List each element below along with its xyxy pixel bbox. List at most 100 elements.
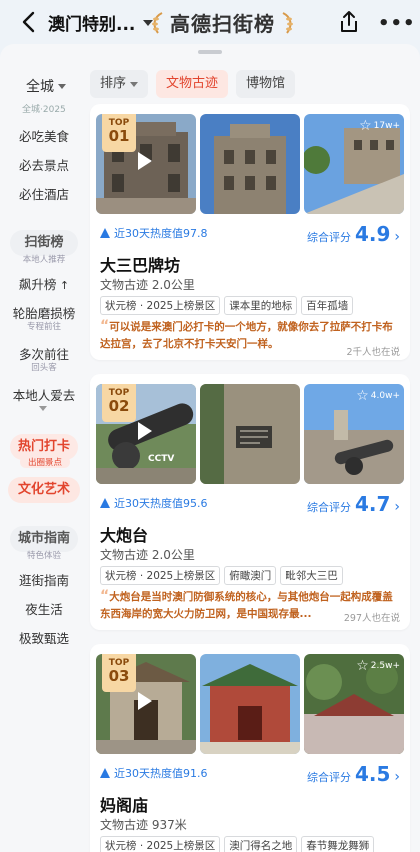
back-icon[interactable] <box>18 10 42 34</box>
favorite-count[interactable]: ☆ 17w+ <box>359 118 400 134</box>
favorite-count[interactable]: ☆ 2.5w+ <box>356 658 400 674</box>
place-meta: 文物古迹 2.0公里 <box>100 548 195 562</box>
favorite-count[interactable]: ☆ 4.0w+ <box>356 388 400 404</box>
tag-list: 状元榜 · 2025上榜景区 俯瞰澳门 毗邻大三巴 <box>100 566 343 585</box>
sidebar-item-rising[interactable]: 飙升榜 ↑ <box>0 274 88 293</box>
tag[interactable]: 毗邻大三巴 <box>280 566 343 585</box>
rank-number: 03 <box>108 667 130 685</box>
sidebar-item-label: 飙升榜 <box>18 277 57 292</box>
laurel-right-icon <box>282 11 293 34</box>
tag[interactable]: 状元榜 · 2025上榜景区 <box>100 566 221 585</box>
photo[interactable] <box>200 114 300 214</box>
quote-icon: “ <box>100 318 110 334</box>
overall-score[interactable]: 综合评分 4.9 › <box>307 222 400 246</box>
rank-badge: TOP 01 <box>102 114 136 152</box>
brand-logo: 高德扫街榜 <box>150 8 295 37</box>
rank-top: TOP <box>108 118 130 128</box>
navigation-arrow-icon <box>100 228 110 238</box>
photo-strip[interactable]: CCTV ☆ 4.0w+ TOP 02 <box>96 384 404 484</box>
place-meta: 文物古迹 937米 <box>100 818 187 832</box>
score-value: 4.5 <box>354 762 391 786</box>
tag[interactable]: 春节舞龙舞狮 <box>301 836 375 852</box>
city-filter[interactable]: 全城 <box>26 76 66 96</box>
star-outline-icon: ☆ <box>356 658 369 674</box>
ranking-card[interactable]: ☆ 17w+ TOP 01 近30天热度值97.8 综合评分 4.9 › 大三巴… <box>90 104 410 360</box>
sidebar-item-hotels[interactable]: 必住酒店 <box>0 184 88 203</box>
ranking-card[interactable]: ☆ 2.5w+ TOP 03 近30天热度值91.6 综合评分 4.5 › 妈阁… <box>90 644 410 852</box>
filter-chips: 排序 文物古迹 博物馆 <box>90 70 296 98</box>
sort-chip[interactable]: 排序 <box>90 70 149 98</box>
tag[interactable]: 状元榜 · 2025上榜景区 <box>100 296 221 315</box>
tab-culture[interactable]: 文物古迹 <box>156 70 229 98</box>
overall-score[interactable]: 综合评分 4.5 › <box>307 762 400 786</box>
stats-row: 近30天热度值95.6 综合评分 4.7 › <box>100 492 400 516</box>
group-sub-hot: 出圈景点 <box>20 456 70 468</box>
content-sheet: 全城 全城·2025 必吃美食 必去景点 必住酒店 扫街榜 本地人推荐 飙升榜 … <box>0 44 420 852</box>
photo[interactable] <box>200 384 300 484</box>
tag[interactable]: 澳门得名之地 <box>224 836 298 852</box>
drag-handle[interactable] <box>198 50 222 54</box>
place-name[interactable]: 大三巴牌坊 <box>100 252 180 276</box>
photo[interactable]: ☆ 2.5w+ <box>304 654 404 754</box>
tag[interactable]: 百年孤墙 <box>301 296 354 315</box>
photo[interactable] <box>200 654 300 754</box>
sidebar-item-select[interactable]: 极致甄选 <box>0 628 88 647</box>
rank-badge: TOP 03 <box>102 654 136 692</box>
photo-strip[interactable]: ☆ 17w+ TOP 01 <box>96 114 404 214</box>
chevron-down-icon <box>130 81 139 87</box>
sidebar-item-food[interactable]: 必吃美食 <box>0 126 88 145</box>
overall-score[interactable]: 综合评分 4.7 › <box>307 492 400 516</box>
fav-count-text: 4.0w+ <box>370 391 400 401</box>
heat-value: 近30天热度值91.6 <box>100 765 208 781</box>
share-icon[interactable] <box>338 10 360 34</box>
score-label: 综合评分 <box>306 501 351 514</box>
region-title: 澳门特别... <box>48 15 136 35</box>
sidebar-item-locals[interactable]: 本地人爱去 <box>0 385 88 404</box>
region-selector[interactable]: 澳门特别... <box>48 10 154 35</box>
plaque-photo <box>200 384 300 484</box>
sidebar-item-culture-art[interactable]: 文化艺术 <box>8 477 80 503</box>
sort-label: 排序 <box>100 76 127 91</box>
sidebar-item-shopping[interactable]: 逛街指南 <box>0 570 88 589</box>
photo[interactable]: ☆ 17w+ <box>304 114 404 214</box>
heat-value: 近30天热度值97.8 <box>100 225 208 241</box>
navigation-arrow-icon <box>100 498 110 508</box>
rank-badge: TOP 02 <box>102 384 136 422</box>
play-icon[interactable] <box>138 692 152 710</box>
star-outline-icon: ☆ <box>356 388 369 404</box>
place-name[interactable]: 大炮台 <box>100 522 148 546</box>
heat-text: 近30天热度值97.8 <box>114 227 208 240</box>
tag-list: 状元榜 · 2025上榜景区 澳门得名之地 春节舞龙舞狮 <box>100 836 375 852</box>
photo[interactable]: ☆ 4.0w+ <box>304 384 404 484</box>
chevron-down-icon[interactable] <box>39 406 47 411</box>
ranking-card[interactable]: CCTV ☆ 4.0w+ TOP 02 近30天热度值95.6 综合评分 4.7… <box>90 374 410 630</box>
star-outline-icon: ☆ <box>359 118 372 134</box>
laurel-left-icon <box>152 11 163 34</box>
chevron-right-icon: › <box>394 769 400 785</box>
tag[interactable]: 课本里的地标 <box>224 296 298 315</box>
tag[interactable]: 俯瞰澳门 <box>224 566 277 585</box>
more-icon[interactable]: ••• <box>378 13 416 34</box>
sidebar-sub-tire: 专程前往 <box>26 322 61 332</box>
group-sub-guide: 特色体验 <box>26 551 61 561</box>
play-icon[interactable] <box>138 422 152 440</box>
sidebar-item-sights[interactable]: 必去景点 <box>0 155 88 174</box>
navigation-arrow-icon <box>100 768 110 778</box>
score-label: 综合评分 <box>306 771 351 784</box>
group-sub-street: 本地人推荐 <box>22 255 66 265</box>
chevron-down-icon <box>58 83 66 89</box>
temple-photo <box>200 654 300 754</box>
tab-museum[interactable]: 博物馆 <box>236 70 296 98</box>
heat-value: 近30天热度值95.6 <box>100 495 208 511</box>
tag[interactable]: 状元榜 · 2025上榜景区 <box>100 836 221 852</box>
mention-count: 2千人也在说 <box>346 347 400 358</box>
chevron-right-icon: › <box>394 499 400 515</box>
play-icon[interactable] <box>138 152 152 170</box>
rank-number: 02 <box>108 397 130 415</box>
score-label: 综合评分 <box>306 231 351 244</box>
place-meta: 文物古迹 2.0公里 <box>100 278 195 292</box>
place-name[interactable]: 妈阁庙 <box>100 792 148 816</box>
sidebar-item-nightlife[interactable]: 夜生活 <box>0 599 88 618</box>
fav-count-text: 2.5w+ <box>370 661 400 671</box>
photo-strip[interactable]: ☆ 2.5w+ TOP 03 <box>96 654 404 754</box>
